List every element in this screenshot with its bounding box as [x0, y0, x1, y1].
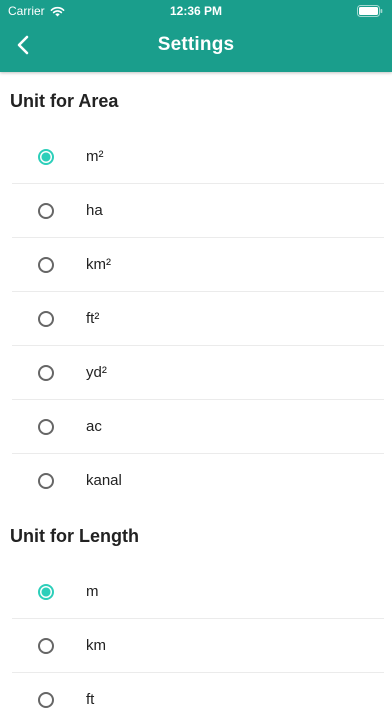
unit-option-label: m	[86, 583, 99, 600]
battery-icon	[357, 5, 383, 17]
unit-option-row[interactable]: yd²	[12, 346, 384, 400]
unit-option-label: ft²	[86, 310, 100, 327]
unit-option-label: ac	[86, 418, 102, 435]
unit-option-row[interactable]: ha	[12, 184, 384, 238]
unit-option-row[interactable]: m	[12, 565, 384, 619]
section-title-area: Unit for Area	[10, 90, 119, 111]
unit-option-label: m²	[86, 148, 104, 165]
unit-option-row[interactable]: ac	[12, 400, 384, 454]
length-unit-options: m km ft	[0, 565, 392, 726]
unit-option-label: ft	[86, 691, 95, 708]
unit-option-row[interactable]: ft²	[12, 292, 384, 346]
settings-list: Unit for Area m² ha km² ft² yd² ac kanal Unit …	[0, 72, 392, 726]
status-time: 12:36 PM	[169, 4, 223, 18]
page-title: Settings	[157, 34, 235, 55]
unit-option-label: km²	[86, 256, 111, 273]
radio-button[interactable]	[38, 472, 54, 489]
radio-button[interactable]	[38, 202, 54, 219]
radio-button[interactable]	[38, 691, 54, 708]
radio-button[interactable]	[38, 418, 54, 435]
unit-option-row[interactable]: km	[12, 619, 384, 673]
area-unit-options: m² ha km² ft² yd² ac kanal	[0, 130, 392, 507]
radio-button[interactable]	[38, 310, 54, 327]
radio-button[interactable]	[38, 364, 54, 381]
unit-option-row[interactable]: kanal	[12, 454, 384, 507]
status-bar: Carrier 12:36 PM	[0, 0, 392, 22]
radio-button[interactable]	[38, 637, 54, 654]
unit-option-row[interactable]: ft	[12, 673, 384, 726]
section-title-length: Unit for Length	[10, 525, 139, 546]
unit-option-label: yd²	[86, 364, 107, 381]
unit-option-row[interactable]: m²	[12, 130, 384, 184]
unit-option-label: km	[86, 637, 106, 654]
unit-option-row[interactable]: km²	[12, 238, 384, 292]
radio-button-checked[interactable]	[38, 583, 54, 600]
app-header: Carrier 12:36 PM Settings	[0, 0, 392, 72]
radio-button-checked[interactable]	[38, 148, 54, 165]
radio-button[interactable]	[38, 256, 54, 273]
unit-option-label: kanal	[86, 472, 122, 489]
unit-option-label: ha	[86, 202, 103, 219]
